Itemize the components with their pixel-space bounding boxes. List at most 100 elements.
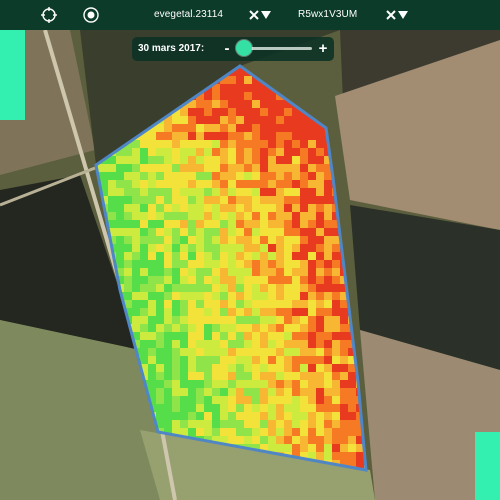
- satellite-map[interactable]: [0, 0, 500, 500]
- ndvi-cell: [268, 380, 276, 388]
- ndvi-cell: [188, 412, 196, 420]
- ndvi-cell: [212, 188, 220, 196]
- ndvi-cell: [156, 300, 164, 308]
- ndvi-cell: [124, 276, 132, 284]
- ndvi-cell: [308, 188, 316, 196]
- ndvi-cell: [324, 452, 332, 460]
- ndvi-cell: [164, 228, 172, 236]
- ndvi-cell: [140, 300, 148, 308]
- ndvi-cell: [260, 244, 268, 252]
- ndvi-cell: [268, 388, 276, 396]
- ndvi-cell: [196, 396, 204, 404]
- ndvi-cell: [164, 212, 172, 220]
- ndvi-cell: [316, 148, 324, 156]
- ndvi-cell: [284, 180, 292, 188]
- ndvi-cell: [308, 124, 316, 132]
- ndvi-cell: [164, 180, 172, 188]
- ndvi-cell: [244, 188, 252, 196]
- ndvi-cell: [212, 348, 220, 356]
- ndvi-cell: [300, 284, 308, 292]
- ndvi-cell: [260, 100, 268, 108]
- ndvi-cell: [316, 348, 324, 356]
- ndvi-cell: [300, 204, 308, 212]
- ndvi-cell: [180, 260, 188, 268]
- ndvi-cell: [260, 220, 268, 228]
- ndvi-cell: [332, 444, 340, 452]
- ndvi-cell: [276, 412, 284, 420]
- ndvi-cell: [332, 396, 340, 404]
- ndvi-cell: [172, 180, 180, 188]
- date-increment-button[interactable]: +: [316, 40, 330, 58]
- ndvi-cell: [140, 260, 148, 268]
- ndvi-cell: [244, 124, 252, 132]
- ndvi-cell: [260, 316, 268, 324]
- ndvi-cell: [196, 148, 204, 156]
- date-slider-thumb[interactable]: [236, 40, 252, 56]
- ndvi-cell: [228, 124, 236, 132]
- ndvi-cell: [220, 100, 228, 108]
- layer-2-menu-button[interactable]: [396, 7, 409, 23]
- ndvi-cell: [236, 276, 244, 284]
- crosshair-button[interactable]: [38, 4, 60, 26]
- ndvi-cell: [292, 396, 300, 404]
- ndvi-cell: [332, 324, 340, 332]
- ndvi-cell: [236, 100, 244, 108]
- ndvi-cell: [300, 300, 308, 308]
- ndvi-cell: [172, 132, 180, 140]
- ndvi-cell: [236, 116, 244, 124]
- ndvi-cell: [148, 212, 156, 220]
- ndvi-cell: [324, 188, 332, 196]
- ndvi-cell: [244, 276, 252, 284]
- layer-1-menu-button[interactable]: [259, 7, 272, 23]
- ndvi-cell: [316, 372, 324, 380]
- ndvi-cell: [324, 308, 332, 316]
- ndvi-cell: [308, 324, 316, 332]
- ndvi-cell: [316, 140, 324, 148]
- ndvi-cell: [332, 300, 340, 308]
- ndvi-cell: [300, 236, 308, 244]
- ndvi-cell: [156, 228, 164, 236]
- ndvi-cell: [148, 244, 156, 252]
- ndvi-cell: [228, 100, 236, 108]
- ndvi-cell: [252, 420, 260, 428]
- ndvi-cell: [180, 116, 188, 124]
- ndvi-cell: [284, 428, 292, 436]
- ndvi-cell: [124, 204, 132, 212]
- date-decrement-button[interactable]: -: [220, 40, 234, 58]
- ndvi-cell: [252, 196, 260, 204]
- ndvi-cell: [244, 388, 252, 396]
- ndvi-cell: [276, 380, 284, 388]
- ndvi-cell: [116, 196, 124, 204]
- ndvi-cell: [260, 356, 268, 364]
- ndvi-cell: [308, 308, 316, 316]
- ndvi-cell: [284, 196, 292, 204]
- ndvi-cell: [172, 308, 180, 316]
- ndvi-cell: [324, 212, 332, 220]
- ndvi-cell: [308, 172, 316, 180]
- ndvi-cell: [212, 92, 220, 100]
- ndvi-cell: [244, 244, 252, 252]
- ndvi-cell: [156, 156, 164, 164]
- ndvi-cell: [260, 212, 268, 220]
- ndvi-cell: [156, 148, 164, 156]
- ndvi-cell: [276, 244, 284, 252]
- ndvi-cell: [212, 372, 220, 380]
- ndvi-cell: [300, 332, 308, 340]
- ndvi-cell: [252, 92, 260, 100]
- ndvi-cell: [268, 156, 276, 164]
- ndvi-cell: [108, 164, 116, 172]
- ndvi-cell: [156, 340, 164, 348]
- ndvi-cell: [260, 108, 268, 116]
- ndvi-cell: [308, 228, 316, 236]
- ndvi-cell: [164, 220, 172, 228]
- ndvi-cell: [204, 220, 212, 228]
- ndvi-cell: [276, 420, 284, 428]
- ndvi-cell: [196, 196, 204, 204]
- ndvi-cell: [276, 124, 284, 132]
- ndvi-cell: [236, 284, 244, 292]
- ndvi-cell: [180, 316, 188, 324]
- target-button[interactable]: [80, 4, 102, 26]
- ndvi-cell: [244, 332, 252, 340]
- ndvi-cell: [284, 324, 292, 332]
- ndvi-cell: [212, 116, 220, 124]
